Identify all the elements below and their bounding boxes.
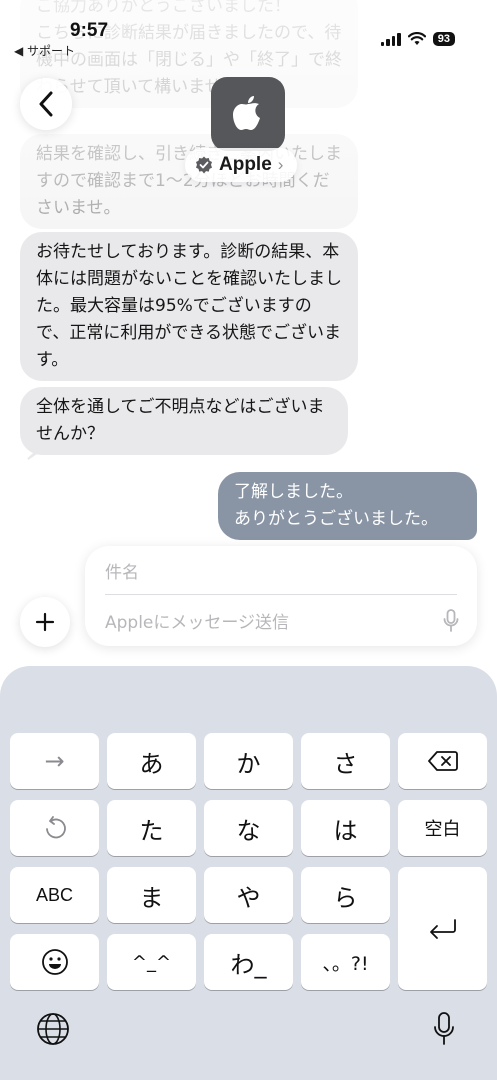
back-button[interactable] xyxy=(20,78,72,130)
return-icon xyxy=(429,918,456,939)
plus-icon xyxy=(35,612,55,632)
delete-key[interactable] xyxy=(398,733,487,789)
message-bubble-incoming: 結果を確認し、引き続きご案内いたしますので確認まで1〜2分ほどお時間くださいませ… xyxy=(20,134,358,229)
key-kaomoji[interactable]: ^_^ xyxy=(107,934,196,990)
verified-badge-icon xyxy=(196,156,212,174)
wifi-icon xyxy=(407,32,426,45)
undo-key[interactable] xyxy=(10,800,99,856)
key-ta[interactable]: た xyxy=(107,800,196,856)
chevron-right-icon: › xyxy=(277,155,284,174)
key-na[interactable]: な xyxy=(204,800,293,856)
compose-box[interactable]: 件名 Appleにメッセージ送信 xyxy=(85,546,477,646)
cellular-signal-icon xyxy=(380,32,401,46)
message-bubble-outgoing: 了解しました。 ありがとうございました。 xyxy=(218,472,477,540)
back-to-app-link[interactable]: ◀ サポート xyxy=(14,42,75,59)
key-ma[interactable]: ま xyxy=(107,867,196,923)
microphone-icon[interactable] xyxy=(443,609,459,633)
message-bubble-incoming: お待たせしております。診断の結果、本体には問題がないことを確認いたしました。最大… xyxy=(20,232,358,381)
message-bubble-incoming: 全体を通してご不明点などはございませんか？ xyxy=(20,387,348,455)
apple-logo-icon xyxy=(233,96,260,130)
status-icons: 93 xyxy=(380,32,455,46)
status-time: 9:57 xyxy=(70,20,109,41)
globe-icon[interactable] xyxy=(36,1012,70,1046)
key-arrow[interactable]: → xyxy=(10,733,99,789)
key-ya[interactable]: や xyxy=(204,867,293,923)
emoji-key[interactable] xyxy=(10,934,99,990)
return-key[interactable] xyxy=(398,867,487,990)
key-sa[interactable]: さ xyxy=(301,733,390,789)
arrow-right-icon: → xyxy=(44,747,65,775)
battery-indicator: 93 xyxy=(432,32,455,46)
chevron-left-icon xyxy=(39,91,53,117)
key-a[interactable]: あ xyxy=(107,733,196,789)
abc-key[interactable]: ABC xyxy=(10,867,99,923)
key-ha[interactable]: は xyxy=(301,800,390,856)
key-punctuation[interactable]: 、。?! xyxy=(301,934,390,990)
add-attachment-button[interactable] xyxy=(20,597,70,647)
japanese-flick-keyboard: → あ か さ た な は 空白 ABC ま や ら ^_^ わ_ 、。?! xyxy=(0,666,497,1080)
contact-name: Apple xyxy=(219,154,272,175)
contact-name-button[interactable]: Apple › xyxy=(185,148,298,182)
emoji-icon xyxy=(41,949,68,975)
space-key[interactable]: 空白 xyxy=(398,800,487,856)
dictation-microphone-icon[interactable] xyxy=(433,1012,455,1046)
key-ra[interactable]: ら xyxy=(301,867,390,923)
delete-backspace-icon xyxy=(427,751,458,771)
subject-field[interactable]: 件名 xyxy=(105,558,139,583)
key-wa[interactable]: わ_ xyxy=(204,934,293,990)
message-input[interactable]: Appleにメッセージ送信 xyxy=(105,608,289,633)
undo-icon xyxy=(45,816,66,839)
contact-avatar[interactable] xyxy=(211,77,285,151)
compose-divider xyxy=(105,594,457,595)
key-ka[interactable]: か xyxy=(204,733,293,789)
